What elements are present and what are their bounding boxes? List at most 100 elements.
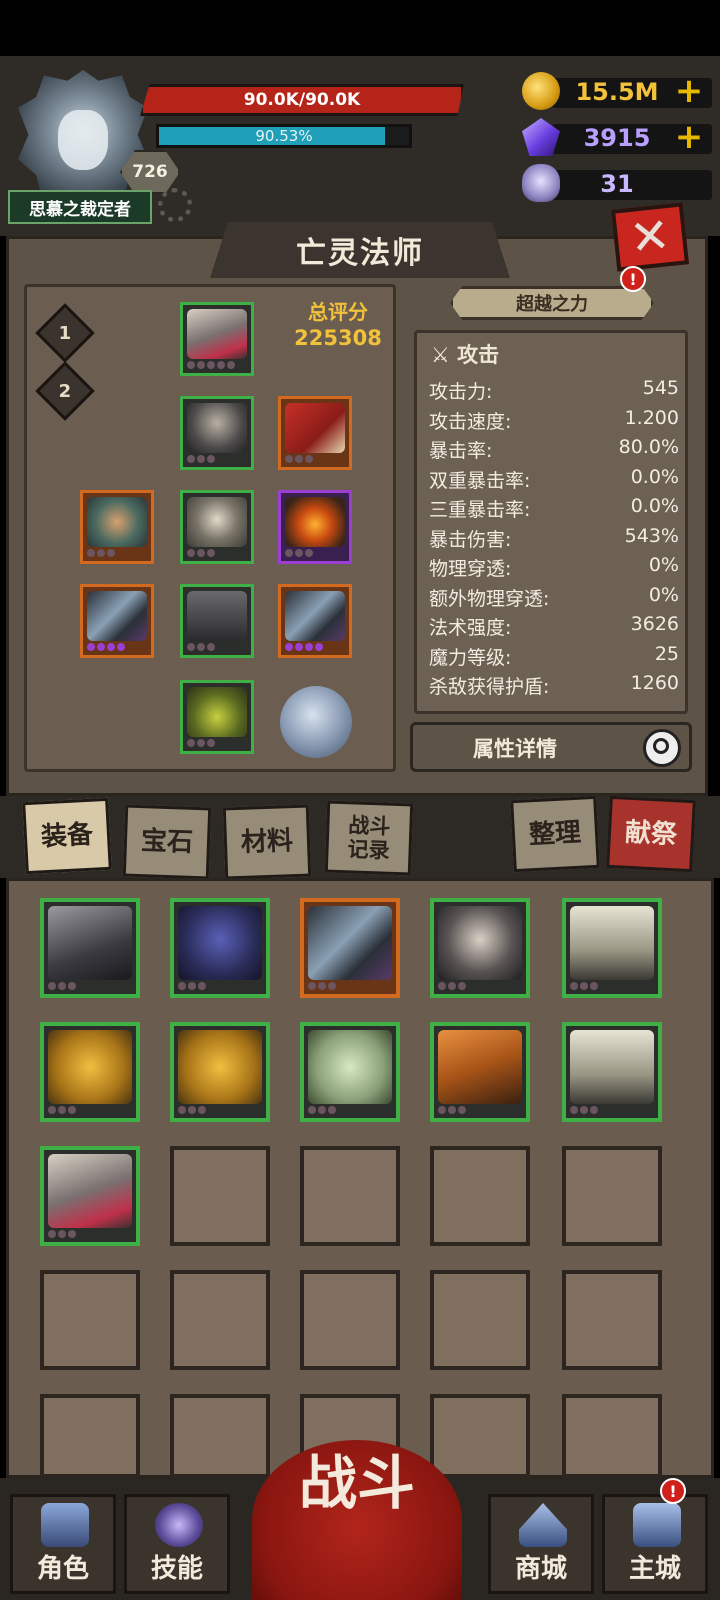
inventory-empty-slot[interactable] <box>300 1146 400 1246</box>
stat-label: 暴击伤害: <box>429 528 512 551</box>
inventory-empty-slot[interactable] <box>562 1146 662 1246</box>
stats-header: ⚔ 攻击 <box>431 343 500 367</box>
inventory-empty-slot[interactable] <box>40 1270 140 1370</box>
hp-text: 90.0K/90.0K <box>243 90 361 110</box>
inventory-item[interactable] <box>562 898 662 998</box>
item-stars <box>178 982 206 992</box>
character-icon <box>41 1503 89 1547</box>
equip-slot-amulet[interactable] <box>80 490 154 564</box>
item-stars <box>438 982 466 992</box>
item-stars <box>570 1106 598 1116</box>
tab-equipment[interactable]: 装备 <box>22 797 112 875</box>
add-gem-button[interactable]: + <box>672 120 706 154</box>
stat-label: 攻击速度: <box>429 410 512 433</box>
inventory-item[interactable] <box>40 1146 140 1246</box>
class-title: 亡灵法师 <box>296 236 424 271</box>
inventory-empty-slot[interactable] <box>300 1270 400 1370</box>
stat-row: 物理穿透: 0% <box>429 554 679 582</box>
stat-value: 80.0% <box>618 436 679 458</box>
inventory-item[interactable] <box>40 1022 140 1122</box>
equip-slot-boots[interactable] <box>180 680 254 754</box>
nav-main-city[interactable]: 主城 <box>602 1494 708 1594</box>
inventory-empty-slot[interactable] <box>170 1146 270 1246</box>
score-label: 总评分 <box>308 300 368 324</box>
castle-icon <box>633 1503 681 1547</box>
stat-value: 1.200 <box>624 406 679 429</box>
close-button[interactable]: ✕ <box>610 202 690 272</box>
stat-value: 1260 <box>630 672 679 694</box>
item-stars <box>48 982 76 992</box>
inventory-empty-slot[interactable] <box>170 1270 270 1370</box>
stat-value: 0.0% <box>630 465 679 488</box>
stat-row: 攻击力: 545 <box>429 377 679 405</box>
stat-label: 法术强度: <box>429 617 512 639</box>
fight-label: 战斗 <box>298 1449 415 1517</box>
inventory-empty-slot[interactable] <box>430 1270 530 1370</box>
ram-skull-icon <box>522 164 560 202</box>
inventory-item[interactable] <box>430 898 530 998</box>
item-art <box>308 906 392 980</box>
gold-value: 15.5M <box>575 78 659 106</box>
inventory-item[interactable] <box>170 898 270 998</box>
gold-resource: 15.5M + <box>522 72 716 112</box>
stats-box: ⚔ 攻击 攻击力: 545 攻击速度: 1.200 暴击率: 80.0% 双重暴击率: 0.0… <box>414 330 688 714</box>
stat-value: 545 <box>642 377 679 399</box>
inventory-item[interactable] <box>40 898 140 998</box>
gem-resource: 3915 + <box>522 118 716 158</box>
score-value: 225308 <box>294 326 382 350</box>
stat-value: 0% <box>648 583 679 606</box>
inventory-item[interactable] <box>300 1022 400 1122</box>
nav-skills[interactable]: 技能 <box>124 1494 230 1594</box>
inventory-item[interactable] <box>562 1022 662 1122</box>
item-stars <box>308 982 336 992</box>
nav-character[interactable]: 角色 <box>10 1494 116 1594</box>
stat-label: 魔力等级: <box>429 646 512 669</box>
equip-slot-pants[interactable] <box>180 584 254 658</box>
inventory-item[interactable] <box>300 898 400 998</box>
gear-icon[interactable] <box>158 188 192 222</box>
inventory-empty-slot[interactable] <box>40 1394 140 1478</box>
stat-value: 0.0% <box>630 495 679 517</box>
stat-row: 双重暴击率: 0.0% <box>429 466 679 494</box>
equip-slot-ring[interactable] <box>278 490 352 564</box>
sacrifice-button[interactable]: 献祭 <box>606 795 696 873</box>
add-gold-button[interactable]: + <box>672 74 706 108</box>
stat-row: 攻击速度: 1.200 <box>429 407 679 435</box>
search-icon <box>643 729 681 767</box>
inventory-empty-slot[interactable] <box>562 1270 662 1370</box>
equip-slot-helmet[interactable] <box>180 302 254 376</box>
item-art <box>48 1154 132 1228</box>
equip-slot-armor[interactable] <box>180 396 254 470</box>
inventory-empty-slot[interactable] <box>430 1146 530 1246</box>
equip-slot-book[interactable] <box>278 396 352 470</box>
inventory-item[interactable] <box>170 1022 270 1122</box>
avatar-face <box>58 110 108 170</box>
tab-gems[interactable]: 宝石 <box>122 804 212 880</box>
item-art <box>570 906 654 980</box>
xp-bar: 90.53% <box>156 124 412 148</box>
stat-label: 双重暴击率: <box>429 469 531 492</box>
item-stars <box>438 1106 466 1116</box>
equip-slot-weapon-left[interactable] <box>80 584 154 658</box>
equip-slot-weapon-right[interactable] <box>278 584 352 658</box>
inventory-item[interactable] <box>430 1022 530 1122</box>
tab-battle-log[interactable]: 战斗 记录 <box>324 800 414 876</box>
equip-slot-belt[interactable] <box>180 490 254 564</box>
item-art <box>178 906 262 980</box>
main-city-alert-icon: ! <box>660 1478 686 1504</box>
sort-button[interactable]: 整理 <box>510 795 600 873</box>
stat-row: 三重暴击率: 0.0% <box>429 495 679 523</box>
item-stars <box>308 1106 336 1116</box>
emblem-seal-icon[interactable] <box>280 686 352 758</box>
nav-shop[interactable]: 商城 <box>488 1494 594 1594</box>
stat-row: 暴击率: 80.0% <box>429 436 679 464</box>
superpower-button[interactable]: 超越之力 <box>450 286 654 320</box>
item-art <box>178 1030 262 1104</box>
item-stars <box>48 1230 76 1240</box>
attribute-details-button[interactable]: 属性详情 <box>410 722 692 772</box>
stat-value: 3626 <box>630 613 679 635</box>
attribute-details-label: 属性详情 <box>473 737 557 761</box>
inventory-empty-slot[interactable] <box>562 1394 662 1478</box>
tab-materials[interactable]: 材料 <box>222 804 312 880</box>
stat-label: 额外物理穿透: <box>429 587 550 610</box>
